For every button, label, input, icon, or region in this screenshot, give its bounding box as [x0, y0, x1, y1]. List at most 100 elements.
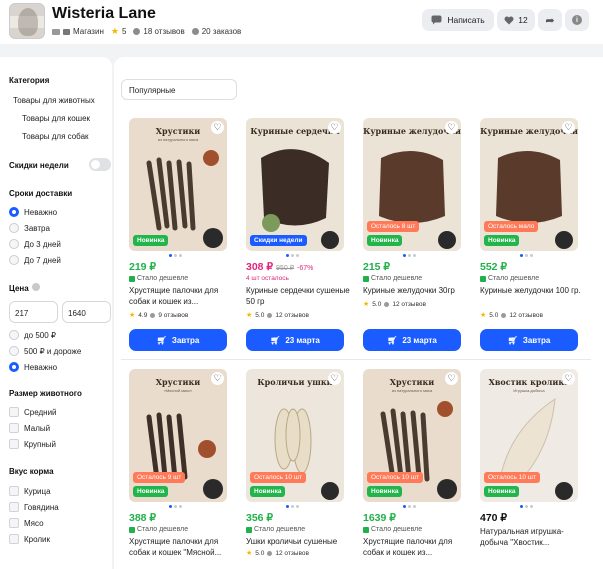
delivery-title: Сроки доставки [9, 189, 73, 198]
price-from-input[interactable]: 217 [9, 301, 58, 323]
delivery-3days-radio[interactable] [9, 239, 19, 249]
product-image[interactable]: Куриные желудочки ♡ Осталось мало Новинк… [480, 118, 578, 251]
badge-stock-left: Осталось 10 шт [484, 472, 540, 483]
size-medium-checkbox[interactable] [9, 407, 19, 417]
price-down-icon [363, 275, 369, 282]
product-price: 356 ₽ [246, 512, 274, 524]
product-name[interactable]: Куриные желудочки 30гр [363, 285, 471, 296]
week-discounts-toggle[interactable] [89, 158, 111, 171]
shop-reviews[interactable]: 18 отзывов [133, 27, 185, 36]
badge-new: Новинка [250, 486, 286, 497]
shop-name[interactable]: Wisteria Lane [52, 5, 156, 23]
reviews-icon [133, 28, 141, 35]
category-cats[interactable]: Товары для кошек [22, 114, 90, 123]
write-button[interactable]: Написать [422, 9, 494, 31]
product-price: 1639 ₽ [363, 512, 396, 524]
product-image[interactable]: Хрустики из натурального мяса ♡ Осталось… [363, 369, 461, 502]
shop-orders: 20 заказов [191, 27, 241, 36]
shop-logo[interactable] [9, 3, 45, 39]
heart-icon[interactable]: ♡ [211, 121, 224, 134]
price-under500-label: до 500 ₽ [24, 331, 56, 340]
product-rating: ★ 4.9 9 отзывов [129, 311, 189, 320]
product-image[interactable]: Кроличьи ушки ♡ Осталось 10 шт Новинка [246, 369, 344, 502]
taste-chicken-checkbox[interactable] [9, 486, 19, 496]
add-to-cart-button[interactable]: 🛒︎ Завтра [129, 329, 227, 351]
price-down-icon [480, 275, 486, 282]
price-down-icon [129, 526, 135, 533]
size-large-label: Крупный [24, 440, 56, 449]
price-to-input[interactable]: 1640 [62, 301, 111, 323]
taste-meat-checkbox[interactable] [9, 518, 19, 528]
product-image-subtitle: Игрушка-добыча [513, 388, 545, 393]
product-rating: ★ 5.0 12 отзывов [363, 300, 426, 309]
price-any-label: Неважно [24, 363, 58, 372]
taste-meat-label: Мясо [24, 519, 44, 528]
delivery-any-radio[interactable] [9, 207, 19, 217]
heart-icon[interactable]: ♡ [445, 372, 458, 385]
badge-stock-left: Осталось 8 шт [367, 221, 420, 232]
add-to-cart-button[interactable]: 🛒︎ 23 марта [363, 329, 461, 351]
product-image[interactable]: Хрустики из натурального мяса ♡ Новинка [129, 118, 227, 251]
cart-icon: 🛒︎ [387, 335, 398, 345]
taste-rabbit-checkbox[interactable] [9, 534, 19, 544]
add-to-cart-button[interactable]: 🛒︎ Завтра [480, 329, 578, 351]
product-name[interactable]: Хрустящие палочки для собак и кошек "Мяс… [129, 536, 237, 558]
heart-icon[interactable]: ♡ [445, 121, 458, 134]
help-icon[interactable] [32, 283, 40, 291]
product-name[interactable]: Ушки кроличьи сушеные [246, 536, 354, 547]
price-over500-radio[interactable] [9, 346, 19, 356]
star-icon: ★ [363, 301, 370, 308]
price-drop-note: Стало дешевле [363, 526, 422, 533]
heart-icon [504, 16, 514, 24]
taste-beef-checkbox[interactable] [9, 502, 19, 512]
product-price: 552 ₽ [480, 261, 508, 273]
product-name[interactable]: Хрустящие палочки для собак и кошек из..… [129, 285, 237, 307]
star-icon: ★ [246, 312, 253, 319]
delivery-tomorrow-radio[interactable] [9, 223, 19, 233]
size-large-checkbox[interactable] [9, 439, 19, 449]
add-to-cart-button[interactable]: 🛒︎ 23 марта [246, 329, 344, 351]
image-dots [169, 505, 182, 508]
badge-new: Новинка [133, 486, 169, 497]
category-title: Категория [9, 76, 50, 85]
category-dogs[interactable]: Товары для собак [22, 132, 89, 141]
price-under500-radio[interactable] [9, 330, 19, 340]
badge-week-discount: Скидки недели [250, 235, 307, 246]
shop-header: Wisteria Lane Магазин ★ 5 18 отзывов 20 з… [0, 0, 603, 44]
sort-select[interactable]: Популярные [121, 79, 237, 100]
favorite-button[interactable]: 12 [497, 9, 535, 31]
price-over500-label: 500 ₽ и дороже [24, 347, 82, 356]
product-image[interactable]: Куриные сердечки ♡ Скидки недели [246, 118, 344, 251]
product-image[interactable]: Куриные желудочки ♡ Осталось 8 шт Новинк… [363, 118, 461, 251]
stock-left-note: 4 шт осталось [246, 275, 289, 282]
product-name[interactable]: Куриные сердечки сушеные 50 гр [246, 285, 354, 307]
week-discounts-label: Скидки недели [9, 161, 69, 170]
heart-icon[interactable]: ♡ [328, 121, 341, 134]
badge-new: Новинка [484, 235, 520, 246]
share-icon: ➦ [545, 14, 555, 27]
price-down-icon [246, 526, 252, 533]
shop-icon [63, 28, 70, 35]
size-small-checkbox[interactable] [9, 423, 19, 433]
price-drop-note: Стало дешевле [480, 275, 539, 282]
product-name[interactable]: Хрустящие палочки для собак и кошек из..… [363, 536, 471, 558]
info-button[interactable]: i [565, 9, 589, 31]
product-image[interactable]: Хрустики «Мясной микс» ♡ Осталось 9 шт Н… [129, 369, 227, 502]
delivery-7days-radio[interactable] [9, 255, 19, 265]
share-button[interactable]: ➦ [538, 9, 562, 31]
chat-icon [431, 15, 442, 25]
image-dots [169, 254, 182, 257]
heart-icon[interactable]: ♡ [211, 372, 224, 385]
reviews-icon [267, 312, 273, 318]
heart-icon[interactable]: ♡ [562, 121, 575, 134]
product-name[interactable]: Куриные желудочки 100 гр. [480, 285, 588, 296]
heart-icon[interactable]: ♡ [562, 372, 575, 385]
category-animals[interactable]: Товары для животных [13, 96, 95, 105]
image-dots [286, 505, 299, 508]
product-name[interactable]: Натуральная игрушка-добыча "Хвостик... [480, 526, 588, 548]
product-image[interactable]: Хвостик кролика Игрушка-добыча ♡ Осталос… [480, 369, 578, 502]
price-any-radio[interactable] [9, 362, 19, 372]
badge-new: Новинка [367, 235, 403, 246]
badge-new: Новинка [484, 486, 520, 497]
heart-icon[interactable]: ♡ [328, 372, 341, 385]
